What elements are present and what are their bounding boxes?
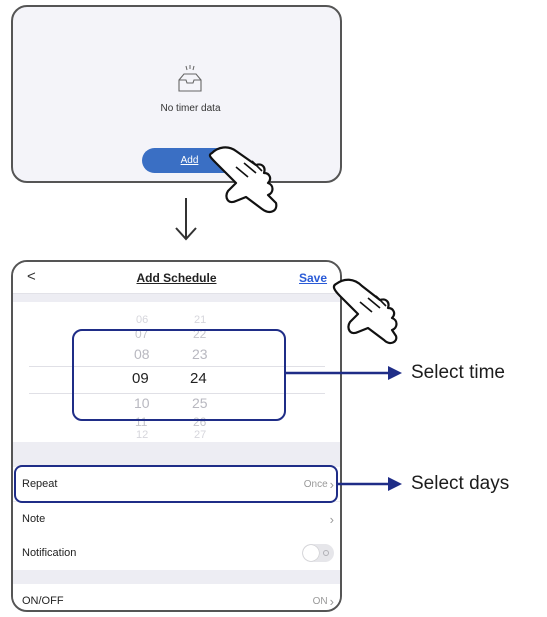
chevron-right-icon: ›	[329, 593, 334, 609]
repeat-highlight-box	[14, 465, 338, 503]
onoff-label: ON/OFF	[22, 595, 64, 607]
notification-label: Notification	[22, 547, 77, 559]
hour-option[interactable]: 06	[136, 314, 148, 326]
header-bar: < Add Schedule Save	[13, 262, 340, 294]
page-title: Add Schedule	[136, 271, 217, 285]
down-arrow-icon	[175, 198, 197, 241]
notification-toggle[interactable]	[302, 544, 334, 562]
hand-pointer-icon	[332, 278, 398, 345]
add-schedule-screen: < Add Schedule Save 06 07 08 09 10 11 12…	[11, 260, 342, 612]
callout-select-time: Select time	[411, 362, 505, 383]
chevron-right-icon: ›	[329, 511, 334, 527]
onoff-value: ON	[312, 595, 328, 607]
empty-inbox-icon	[178, 65, 202, 92]
empty-state-card: No timer data Add	[11, 5, 342, 183]
note-row[interactable]: Note ›	[13, 502, 340, 536]
toggle-knob	[303, 545, 319, 561]
note-label: Note	[22, 513, 46, 525]
callout-arrow-days	[338, 477, 402, 491]
hour-option[interactable]: 12	[136, 429, 148, 441]
onoff-row[interactable]: ON/OFF ON ›	[13, 584, 340, 610]
minute-option[interactable]: 21	[194, 314, 206, 326]
minute-option[interactable]: 27	[194, 429, 206, 441]
empty-state-message: No timer data	[160, 103, 221, 114]
notification-row: Notification	[13, 536, 340, 570]
save-button[interactable]: Save	[299, 271, 327, 285]
time-highlight-box	[72, 329, 286, 421]
toggle-off-icon	[323, 550, 329, 556]
callout-select-days: Select days	[411, 473, 510, 494]
add-button[interactable]: Add	[142, 148, 237, 173]
